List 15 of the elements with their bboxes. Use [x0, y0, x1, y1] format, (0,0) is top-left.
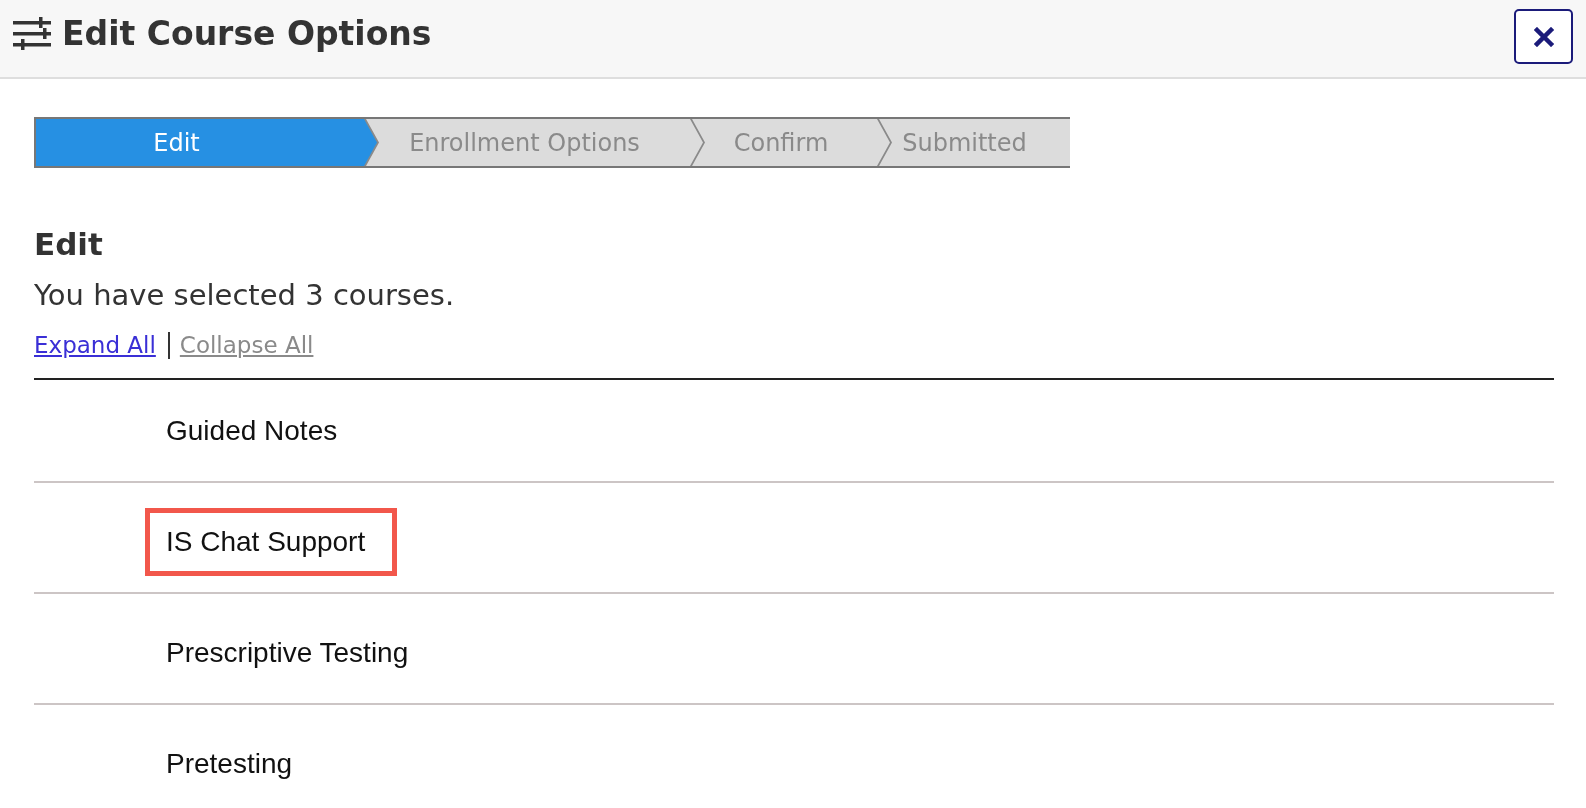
sliders-icon: [13, 17, 51, 50]
expand-all-link[interactable]: Expand All: [34, 330, 156, 360]
progress-step: Edit: [36, 119, 377, 166]
dialog-title: Edit Course Options: [62, 14, 432, 53]
section-heading: Edit: [34, 228, 104, 260]
course-name: Prescriptive Testing: [166, 638, 409, 668]
course-name: Pretesting: [166, 749, 293, 779]
close-icon: [1533, 26, 1554, 47]
progress-step: Confirm: [692, 119, 890, 166]
progress-step: Submitted: [879, 119, 1070, 166]
course-name: Guided Notes: [166, 416, 338, 446]
progress-step: Enrollment Options: [366, 119, 703, 166]
course-name: IS Chat Support: [166, 527, 366, 557]
selection-summary: You have selected 3 courses.: [34, 279, 456, 311]
close-button[interactable]: [1514, 9, 1573, 64]
